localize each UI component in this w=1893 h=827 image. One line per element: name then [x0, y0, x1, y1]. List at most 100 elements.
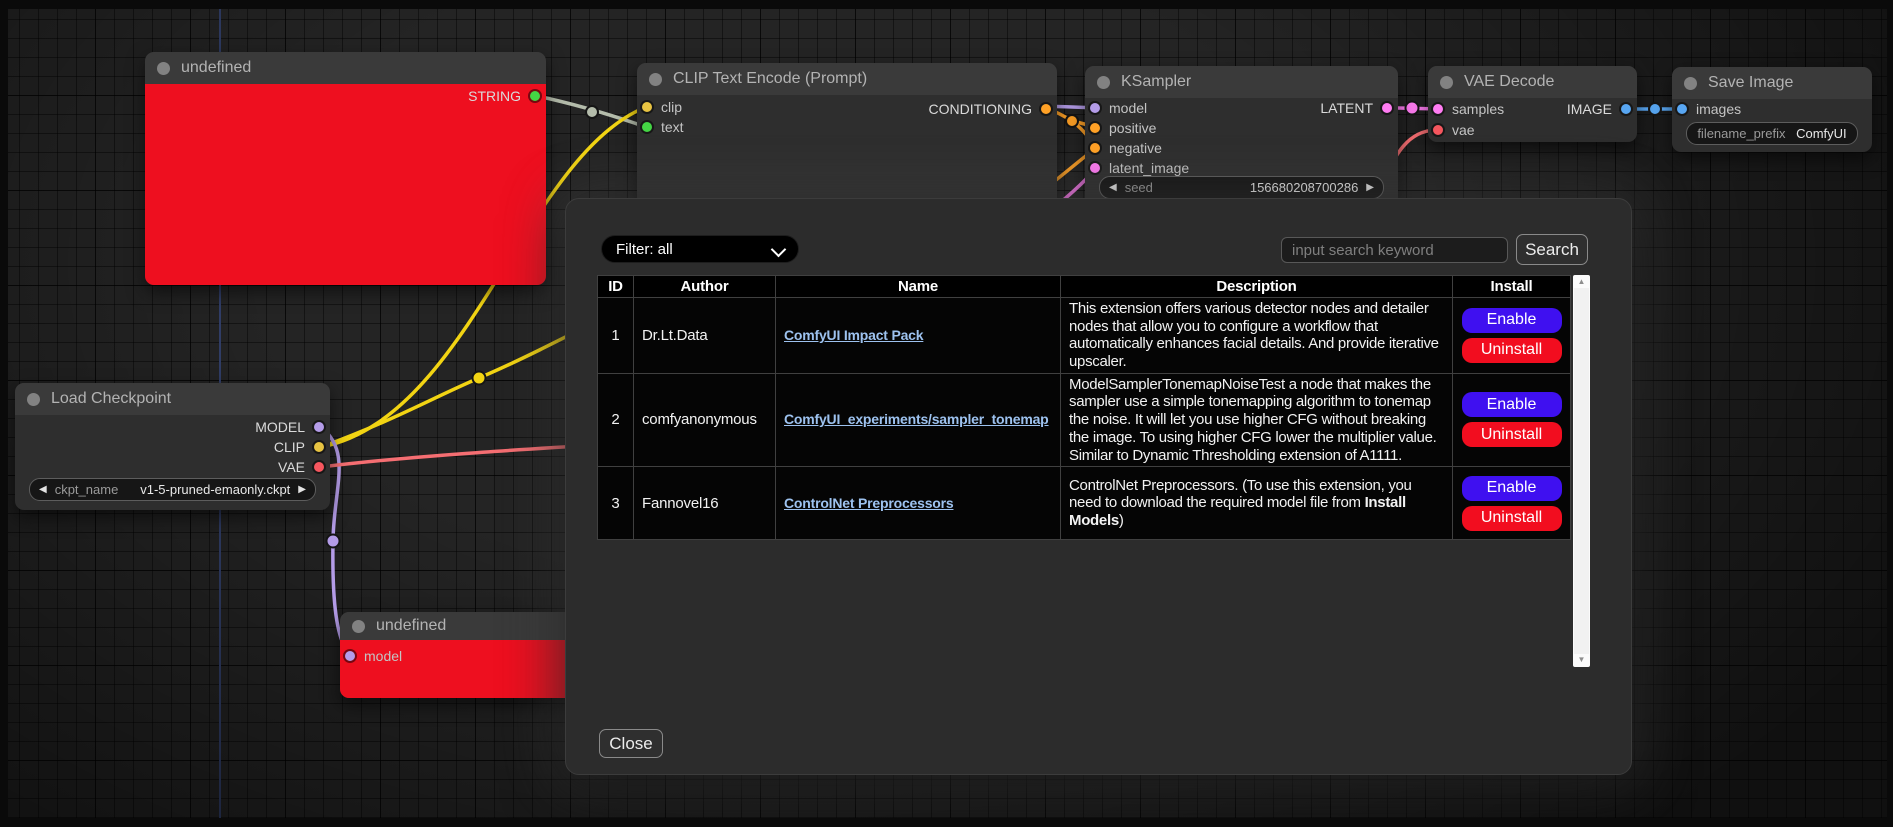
port-label-model: model: [1109, 100, 1147, 116]
node-title[interactable]: KSampler: [1085, 66, 1398, 98]
port-label-negative: negative: [1109, 140, 1162, 156]
port-clip-input: clip: [642, 97, 682, 117]
decrement-arrow-icon[interactable]: ◀: [1109, 183, 1117, 193]
port-dot-model[interactable]: [1090, 103, 1100, 113]
port-string-output: STRING: [468, 86, 540, 106]
node-undefined-top[interactable]: undefined STRING: [145, 52, 546, 285]
port-model-output: MODEL: [255, 417, 324, 437]
reroute-dot-conditioning[interactable]: [1066, 115, 1078, 127]
increment-arrow-icon[interactable]: ▶: [1366, 183, 1374, 193]
port-dot-vae[interactable]: [1433, 125, 1443, 135]
port-label-vae: vae: [1452, 122, 1475, 138]
enable-button[interactable]: Enable: [1462, 476, 1562, 501]
port-dot-positive[interactable]: [1090, 123, 1100, 133]
search-button[interactable]: Search: [1516, 234, 1588, 265]
node-title-label: Load Checkpoint: [51, 390, 171, 408]
extension-link[interactable]: ComfyUI_experiments/sampler_tonemap: [784, 411, 1049, 427]
port-label-positive: positive: [1109, 120, 1156, 136]
filter-select[interactable]: Filter: all: [601, 235, 799, 263]
node-title[interactable]: VAE Decode: [1428, 66, 1637, 98]
canvas-edge-top: [0, 0, 1893, 9]
port-positive-input: positive: [1090, 118, 1156, 138]
port-dot-conditioning[interactable]: [1041, 104, 1051, 114]
scroll-down-icon[interactable]: ▼: [1578, 656, 1586, 664]
increment-arrow-icon[interactable]: ▶: [298, 485, 306, 495]
port-label-conditioning: CONDITIONING: [929, 101, 1032, 117]
port-dot-clip-out[interactable]: [314, 442, 324, 452]
port-vae-output: VAE: [278, 457, 324, 477]
port-dot-vae-out[interactable]: [314, 462, 324, 472]
port-dot-negative[interactable]: [1090, 143, 1100, 153]
decrement-arrow-icon[interactable]: ◀: [39, 485, 47, 495]
cell-author: Fannovel16: [634, 467, 776, 540]
port-dot-image[interactable]: [1621, 104, 1631, 114]
port-dot-latent[interactable]: [1382, 103, 1392, 113]
reroute-dot-clip[interactable]: [473, 372, 486, 385]
port-latent-image-input: latent_image: [1090, 158, 1189, 178]
collapse-dot-icon[interactable]: [352, 620, 365, 633]
collapse-dot-icon[interactable]: [27, 393, 40, 406]
scrollbar-thumb[interactable]: [1574, 288, 1589, 654]
uninstall-button[interactable]: Uninstall: [1462, 506, 1562, 531]
filename-prefix-widget[interactable]: filename_prefix ComfyUI: [1686, 122, 1858, 145]
extension-row: 1 Dr.Lt.Data ComfyUI Impact Pack This ex…: [598, 298, 1571, 374]
enable-button[interactable]: Enable: [1462, 392, 1562, 417]
filename-prefix-label: filename_prefix: [1697, 126, 1785, 141]
collapse-dot-icon[interactable]: [1440, 76, 1453, 89]
port-vae-input: vae: [1433, 120, 1475, 140]
reroute-dot-latent[interactable]: [1406, 102, 1419, 115]
node-body-error: [145, 84, 546, 285]
node-save-image[interactable]: Save Image images filename_prefix ComfyU…: [1672, 67, 1872, 152]
cell-description: ControlNet Preprocessors. (To use this e…: [1061, 467, 1453, 540]
port-dot-latent-image[interactable]: [1090, 163, 1100, 173]
port-label-model-out: MODEL: [255, 419, 305, 435]
table-header-row: ID Author Name Description Install: [598, 276, 1571, 298]
extension-link[interactable]: ControlNet Preprocessors: [784, 495, 953, 511]
uninstall-button[interactable]: Uninstall: [1462, 338, 1562, 363]
node-clip-text-encode[interactable]: CLIP Text Encode (Prompt) clip text COND…: [637, 63, 1057, 210]
search-input[interactable]: [1281, 237, 1508, 263]
port-samples-input: samples: [1433, 99, 1504, 119]
scroll-up-icon[interactable]: ▲: [1578, 278, 1586, 286]
node-title-label: VAE Decode: [1464, 73, 1554, 91]
cell-install: Enable Uninstall: [1453, 373, 1571, 466]
node-title[interactable]: Load Checkpoint: [15, 383, 330, 415]
port-dot-samples[interactable]: [1433, 104, 1443, 114]
node-title[interactable]: undefined: [145, 52, 546, 84]
port-dot-clip[interactable]: [642, 102, 652, 112]
reroute-dot-string[interactable]: [586, 106, 598, 118]
cell-name: ComfyUI_experiments/sampler_tonemap: [776, 373, 1061, 466]
reroute-dot-model[interactable]: [327, 535, 340, 548]
cell-name: ControlNet Preprocessors: [776, 467, 1061, 540]
enable-button[interactable]: Enable: [1462, 308, 1562, 333]
ckpt-name-widget[interactable]: ◀ ckpt_name v1-5-pruned-emaonly.ckpt ▶: [29, 478, 316, 501]
port-text-input: text: [642, 117, 684, 137]
port-dot-model[interactable]: [345, 651, 355, 661]
seed-widget[interactable]: ◀ seed 156680208700286 ▶: [1099, 176, 1384, 199]
collapse-dot-icon[interactable]: [1097, 76, 1110, 89]
column-header-name: Name: [776, 276, 1061, 298]
reroute-dot-image[interactable]: [1649, 103, 1661, 115]
port-model-input: model: [345, 646, 402, 666]
node-vae-decode[interactable]: VAE Decode samples vae IMAGE: [1428, 66, 1637, 142]
uninstall-button[interactable]: Uninstall: [1462, 422, 1562, 447]
collapse-dot-icon[interactable]: [157, 62, 170, 75]
port-dot-string[interactable]: [530, 91, 540, 101]
node-title[interactable]: Save Image: [1672, 67, 1872, 99]
node-ksampler[interactable]: KSampler model positive negative latent_…: [1085, 66, 1398, 210]
extensions-table: ID Author Name Description Install 1 Dr.…: [597, 275, 1571, 540]
port-dot-text[interactable]: [642, 122, 652, 132]
extension-link[interactable]: ComfyUI Impact Pack: [784, 327, 923, 343]
port-images-input: images: [1677, 99, 1741, 119]
description-text: ): [1119, 512, 1124, 529]
port-label-string: STRING: [468, 88, 521, 104]
node-title[interactable]: CLIP Text Encode (Prompt): [637, 63, 1057, 95]
table-scrollbar[interactable]: ▲ ▼: [1573, 275, 1590, 667]
collapse-dot-icon[interactable]: [649, 73, 662, 86]
node-load-checkpoint[interactable]: Load Checkpoint MODEL CLIP VAE ◀ ckpt_na…: [15, 383, 330, 510]
port-dot-model-out[interactable]: [314, 422, 324, 432]
port-dot-images[interactable]: [1677, 104, 1687, 114]
close-button[interactable]: Close: [599, 729, 663, 758]
collapse-dot-icon[interactable]: [1684, 77, 1697, 90]
port-clip-output: CLIP: [274, 437, 324, 457]
